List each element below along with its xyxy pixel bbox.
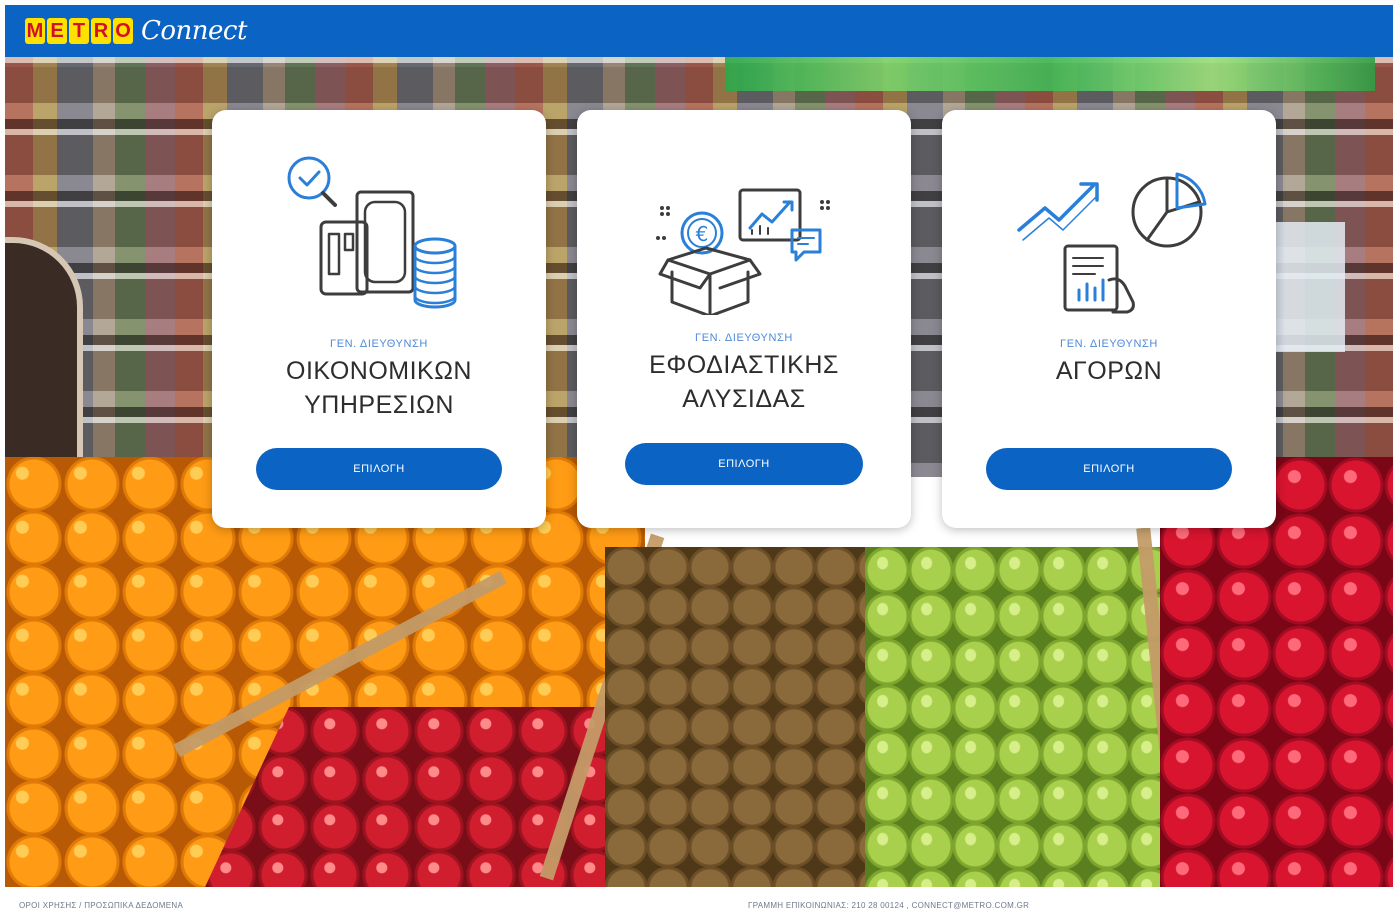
card-purchasing: ΓΕΝ. ΔΙΕΥΘΥΝΣΗ ΑΓΟΡΩΝ ΕΠΙΛΟΓΗ — [942, 110, 1276, 528]
card-financial-services: ΓΕΝ. ΔΙΕΥΘΥΝΣΗ ΟΙΚΟΝΟΜΙΚΩΝ ΥΠΗΡΕΣΙΩΝ ΕΠΙ… — [212, 110, 546, 528]
contact-info: ΓΡΑΜΜΗ ΕΠΙΚΟΙΝΩΝΙΑΣ: 210 28 00124 , CONN… — [748, 901, 1030, 910]
terms-privacy-link[interactable]: ΟΡΟΙ ΧΡΗΣΗΣ / ΠΡΟΣΩΠΙΚΑ ΔΕΔΟΜΕΝΑ — [19, 901, 183, 910]
logo-letter: O — [113, 18, 133, 44]
kiwis-bin — [605, 547, 905, 887]
metro-connect-logo[interactable]: M E T R O Connect — [25, 16, 247, 46]
card-title: ΟΙΚΟΝΟΜΙΚΩΝ ΥΠΗΡΕΣΙΩΝ — [286, 357, 472, 419]
logo-letter: E — [47, 18, 67, 44]
connect-wordmark: Connect — [141, 16, 247, 46]
green-shelf-sign — [725, 57, 1375, 91]
finance-icon — [287, 156, 457, 309]
select-button-financial-services[interactable]: ΕΠΙΛΟΓΗ — [256, 448, 502, 490]
purchasing-analytics-icon — [1017, 172, 1207, 314]
pears-bin — [865, 547, 1165, 887]
metro-logo-letters: M E T R O — [25, 18, 133, 44]
logo-letter: T — [69, 18, 89, 44]
svg-text:€: € — [696, 222, 709, 246]
card-subtitle: ΓΕΝ. ΔΙΕΥΘΥΝΣΗ — [330, 338, 428, 350]
page-footer: ΟΡΟΙ ΧΡΗΣΗΣ / ΠΡΟΣΩΠΙΚΑ ΔΕΔΟΜΕΝΑ ΓΡΑΜΜΗ … — [0, 895, 1396, 914]
select-button-supply-chain[interactable]: ΕΠΙΛΟΓΗ — [625, 443, 863, 485]
card-supply-chain: € ΓΕΝ. ΔΙΕΥΘΥΝΣΗ ΕΦΟΔΙΑΣΤΙΚΗΣ ΑΛΥΣΙΔΑΣ Ε… — [577, 110, 911, 528]
store-info-panel — [1275, 222, 1345, 352]
select-button-purchasing[interactable]: ΕΠΙΛΟΓΗ — [986, 448, 1232, 490]
logo-letter: R — [91, 18, 111, 44]
card-title: ΑΓΟΡΩΝ — [1055, 357, 1163, 385]
supply-chain-icon: € — [656, 188, 830, 315]
card-subtitle: ΓΕΝ. ΔΙΕΥΘΥΝΣΗ — [1060, 338, 1158, 350]
top-header-bar: M E T R O Connect — [5, 5, 1393, 57]
card-subtitle: ΓΕΝ. ΔΙΕΥΘΥΝΣΗ — [695, 332, 793, 344]
card-title: ΕΦΟΔΙΑΣΤΙΚΗΣ ΑΛΥΣΙΔΑΣ — [649, 351, 839, 413]
logo-letter: M — [25, 18, 45, 44]
